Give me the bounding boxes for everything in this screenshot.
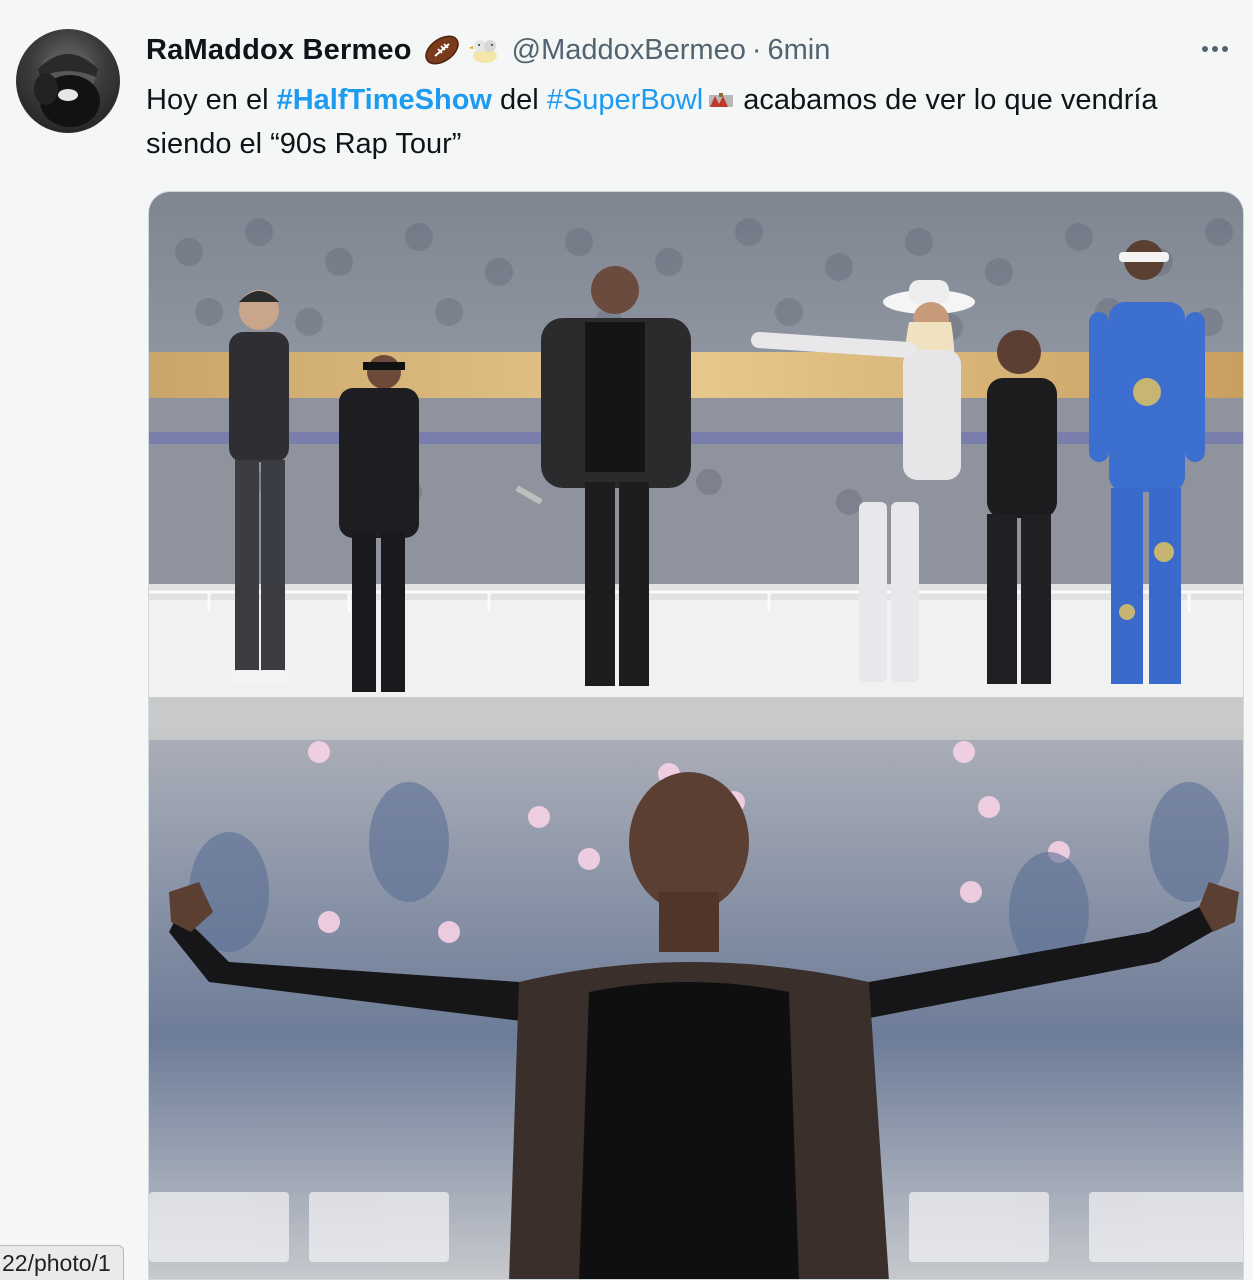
more-dot-icon [1202,46,1208,52]
header-separator: · [751,33,762,66]
avatar[interactable] [16,29,120,133]
performer-arms-wide-photo [149,740,1243,1279]
tweet: RaMaddox Bermeo @MaddoxBermeo · 6min Hoy… [0,0,1253,1280]
tweet-text: Hoy en el #HalfTimeShow del #SuperBowl a… [146,78,1226,166]
more-dot-icon [1212,46,1218,52]
more-dot-icon [1222,46,1228,52]
avatar-image [34,49,100,127]
hashtag-link-halftimeshow[interactable]: #HalfTimeShow [277,84,492,116]
super-bowl-logo-icon [707,80,735,107]
rubber-duck-icon [468,33,502,67]
stage-performers-photo [149,192,1243,740]
more-options-button[interactable] [1195,34,1235,64]
author-display-name[interactable]: RaMaddox Bermeo [146,34,412,67]
tweet-text-part: Hoy en el [146,84,277,116]
tweet-timestamp[interactable]: 6min [768,34,831,67]
american-football-icon [422,33,462,67]
tweet-header: RaMaddox Bermeo @MaddoxBermeo · 6min [146,30,830,70]
tweet-text-part: del [491,84,547,116]
tweet-media[interactable] [148,191,1244,1280]
hashtag-link-superbowl[interactable]: #SuperBowl [547,84,703,116]
author-handle[interactable]: @MaddoxBermeo [512,34,746,67]
url-status-bar: 22/photo/1 [0,1245,124,1280]
